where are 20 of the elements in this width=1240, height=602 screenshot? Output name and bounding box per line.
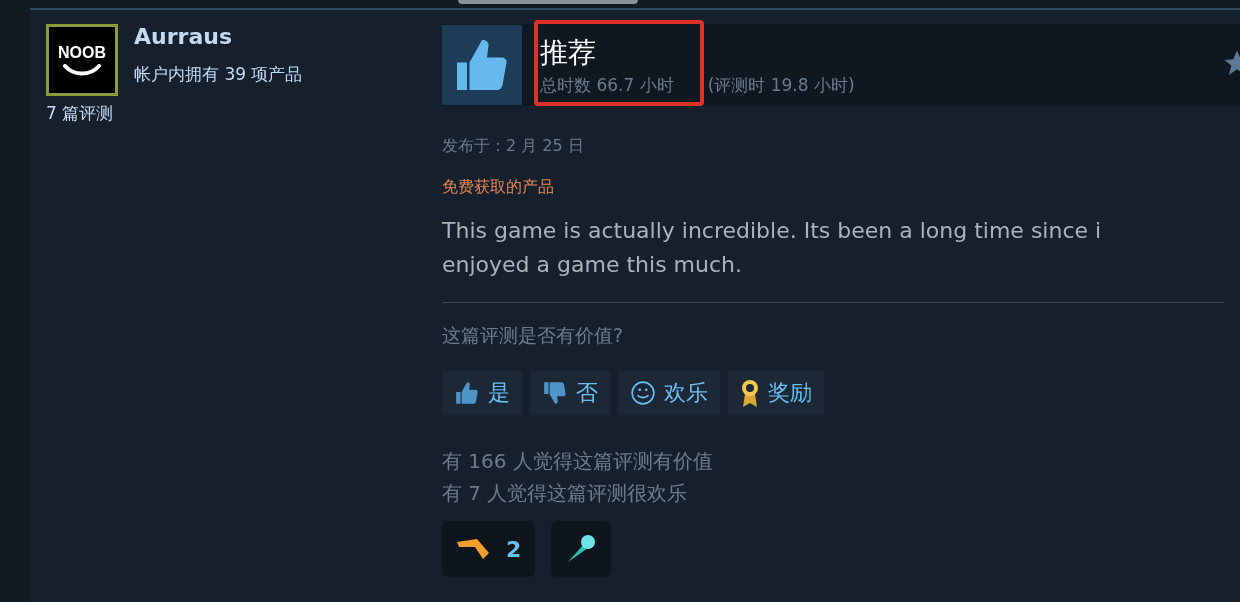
author-name[interactable]: Aurraus	[134, 24, 303, 49]
vote-summary: 有 7 人觉得这篇评测很欢乐	[442, 480, 689, 507]
review-hours: (评测时 19.8 小时)	[707, 73, 855, 97]
owned-products[interactable]: 帐户内拥有 39 项产品	[134, 63, 303, 86]
product-source: 免费获取的产品	[442, 177, 555, 198]
total-hours: 总时数 66.7 小时	[540, 73, 674, 97]
review-text: This game is actually incredible. Its been a long time since i enjoyed a game this much.	[442, 217, 1103, 279]
helpful-question: 这篇评测是否有价值?	[442, 323, 625, 348]
award-count: 2	[506, 536, 522, 562]
review-count[interactable]: 7 篇评测	[46, 102, 442, 125]
vote-button[interactable]: 否	[530, 371, 610, 415]
vote-button[interactable]: 奖励	[728, 371, 824, 415]
avatar[interactable]: NOOB	[46, 24, 118, 96]
vote-summary: 有 166 人觉得这篇评测有价值	[442, 448, 714, 475]
posted-date: 发布于：2 月 25 日	[442, 136, 585, 157]
award-badge[interactable]: 2	[442, 521, 536, 577]
vote-button[interactable]: 欢乐	[618, 371, 720, 415]
avatar-text: NOOB	[58, 44, 106, 62]
vote-button[interactable]: 是	[442, 371, 522, 415]
verdict-title: 推荐	[540, 34, 597, 71]
